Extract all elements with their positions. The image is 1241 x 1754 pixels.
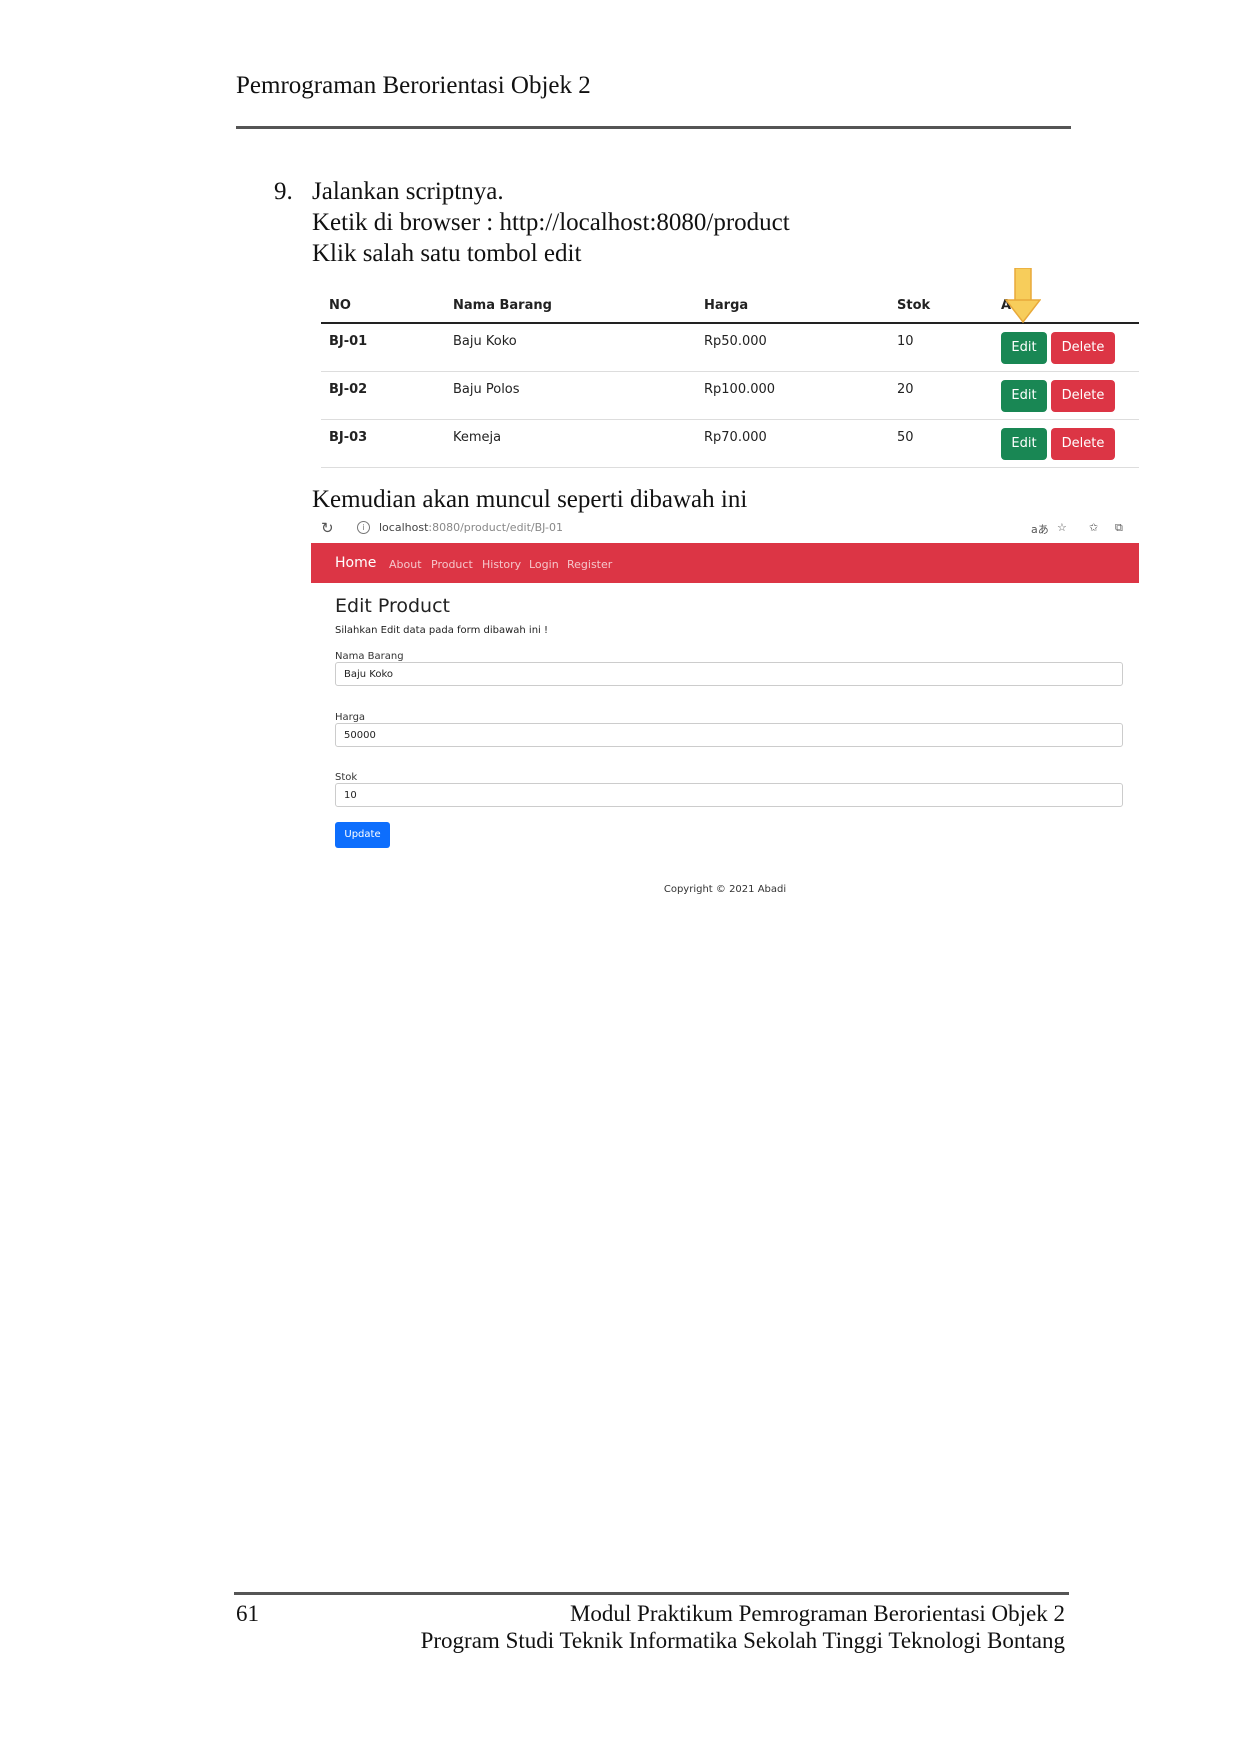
stok-input[interactable]: 10 xyxy=(335,783,1123,807)
url-text[interactable]: localhost:8080/product/edit/BJ-01 xyxy=(379,521,563,534)
nav-home[interactable]: Home xyxy=(335,555,376,571)
delete-button[interactable]: Delete xyxy=(1051,428,1115,460)
cell-no: BJ-03 xyxy=(329,430,368,445)
url-host: localhost xyxy=(379,521,429,534)
nav-about[interactable]: About xyxy=(389,558,422,571)
table-row: BJ-01 Baju Koko Rp50.000 10 Edit Delete xyxy=(321,324,1139,372)
collections-icon[interactable]: ⧉ xyxy=(1115,521,1123,535)
add-favorite-icon[interactable]: ☆ xyxy=(1057,521,1067,534)
cell-no: BJ-02 xyxy=(329,382,368,397)
cell-harga: Rp50.000 xyxy=(704,334,767,349)
down-arrow-icon xyxy=(1004,267,1042,329)
edit-button[interactable]: Edit xyxy=(1001,332,1047,364)
nav-history[interactable]: History xyxy=(482,558,521,571)
cell-nama: Baju Koko xyxy=(453,334,517,349)
step-line-4: Kemudian akan muncul seperti dibawah ini xyxy=(312,486,748,513)
cell-nama: Baju Polos xyxy=(453,382,520,397)
copyright-text: Copyright © 2021 Abadi xyxy=(663,884,787,895)
nama-barang-input[interactable]: Baju Koko xyxy=(335,662,1123,686)
info-icon[interactable]: i xyxy=(357,521,370,534)
page-title: Edit Product xyxy=(335,595,450,617)
update-button[interactable]: Update xyxy=(335,822,390,848)
footer-institution: Program Studi Teknik Informatika Sekolah… xyxy=(420,1628,1065,1653)
step-number: 9. xyxy=(274,178,293,205)
header-no: NO xyxy=(329,298,351,313)
cell-stok: 50 xyxy=(897,430,914,445)
favorites-icon[interactable]: ✩ xyxy=(1089,521,1098,534)
header-nama-barang: Nama Barang xyxy=(453,298,552,313)
document-header-title: Pemrograman Berorientasi Objek 2 xyxy=(236,72,591,99)
cell-stok: 10 xyxy=(897,334,914,349)
step-line-2: Ketik di browser : http://localhost:8080… xyxy=(312,209,790,236)
stok-label: Stok xyxy=(335,772,358,783)
cell-harga: Rp100.000 xyxy=(704,382,776,397)
header-harga: Harga xyxy=(704,298,749,313)
cell-stok: 20 xyxy=(897,382,914,397)
step-line-3: Klik salah satu tombol edit xyxy=(312,240,582,267)
table-row: BJ-03 Kemeja Rp70.000 50 Edit Delete xyxy=(321,420,1139,468)
delete-button[interactable]: Delete xyxy=(1051,332,1115,364)
url-path: :8080/product/edit/BJ-01 xyxy=(428,521,564,534)
delete-button[interactable]: Delete xyxy=(1051,380,1115,412)
nama-barang-label: Nama Barang xyxy=(335,651,404,662)
harga-input[interactable]: 50000 xyxy=(335,723,1123,747)
edit-button[interactable]: Edit xyxy=(1001,380,1047,412)
header-rule xyxy=(236,126,1071,129)
harga-label: Harga xyxy=(335,712,366,723)
nav-login[interactable]: Login xyxy=(529,558,559,571)
read-aloud-icon[interactable]: aあ xyxy=(1031,521,1049,537)
nav-product[interactable]: Product xyxy=(431,558,473,571)
page-subtitle: Silahkan Edit data pada form dibawah ini… xyxy=(335,625,549,636)
cell-harga: Rp70.000 xyxy=(704,430,767,445)
footer-module-title: Modul Praktikum Pemrograman Berorientasi… xyxy=(569,1601,1065,1626)
reload-icon[interactable]: ↻ xyxy=(321,519,334,537)
page-number: 61 xyxy=(236,1601,259,1626)
footer-rule xyxy=(234,1592,1069,1595)
step-line-1: Jalankan scriptnya. xyxy=(312,178,504,205)
navbar: Home About Product History Login Registe… xyxy=(311,543,1139,583)
nav-register[interactable]: Register xyxy=(567,558,612,571)
address-bar: ↻ i localhost:8080/product/edit/BJ-01 aあ… xyxy=(311,515,1139,543)
edit-button[interactable]: Edit xyxy=(1001,428,1047,460)
cell-nama: Kemeja xyxy=(453,430,502,445)
cell-no: BJ-01 xyxy=(329,334,368,349)
browser-screenshot: ↻ i localhost:8080/product/edit/BJ-01 aあ… xyxy=(311,515,1139,900)
header-stok: Stok xyxy=(897,298,931,313)
table-row: BJ-02 Baju Polos Rp100.000 20 Edit Delet… xyxy=(321,372,1139,420)
